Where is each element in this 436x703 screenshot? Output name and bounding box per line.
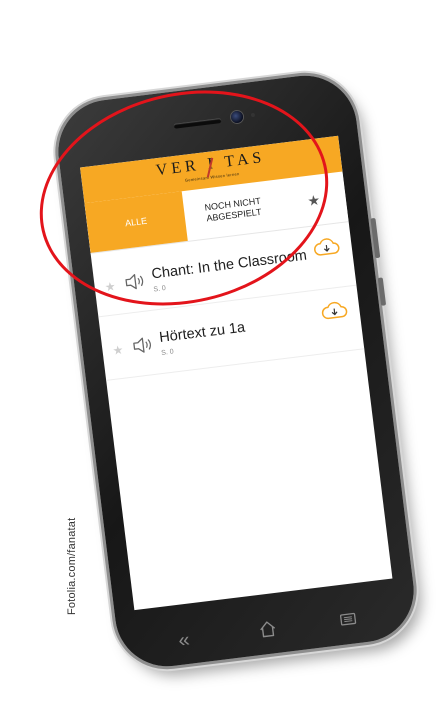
item-page: S. 0 [153,284,167,294]
item-title: Hörtext zu 1a [158,319,247,347]
tab-favorites[interactable]: ★ [279,172,349,229]
smartphone-device: VER I TAS Gemeinsam Wissen lernen ALLE N… [52,69,420,673]
item-title: Chant: In the Classroom [150,247,308,283]
double-chevron-left-icon[interactable]: « [177,629,191,652]
cloud-download-icon[interactable] [312,236,340,259]
star-icon: ★ [306,191,321,209]
speaker-icon [133,337,151,353]
home-icon[interactable] [258,619,278,639]
favorite-star-icon[interactable]: ★ [112,343,124,358]
cloud-download-icon[interactable] [320,299,348,322]
speaker-icon [125,274,144,290]
favorite-star-icon[interactable]: ★ [104,279,116,294]
item-page: S. 0 [160,348,175,357]
menu-icon[interactable] [338,609,358,629]
power-button [377,277,387,306]
phone-screen: VER I TAS Gemeinsam Wissen lernen ALLE N… [80,135,393,611]
photo-credit: Fotolia.com/fanatat [66,517,78,615]
